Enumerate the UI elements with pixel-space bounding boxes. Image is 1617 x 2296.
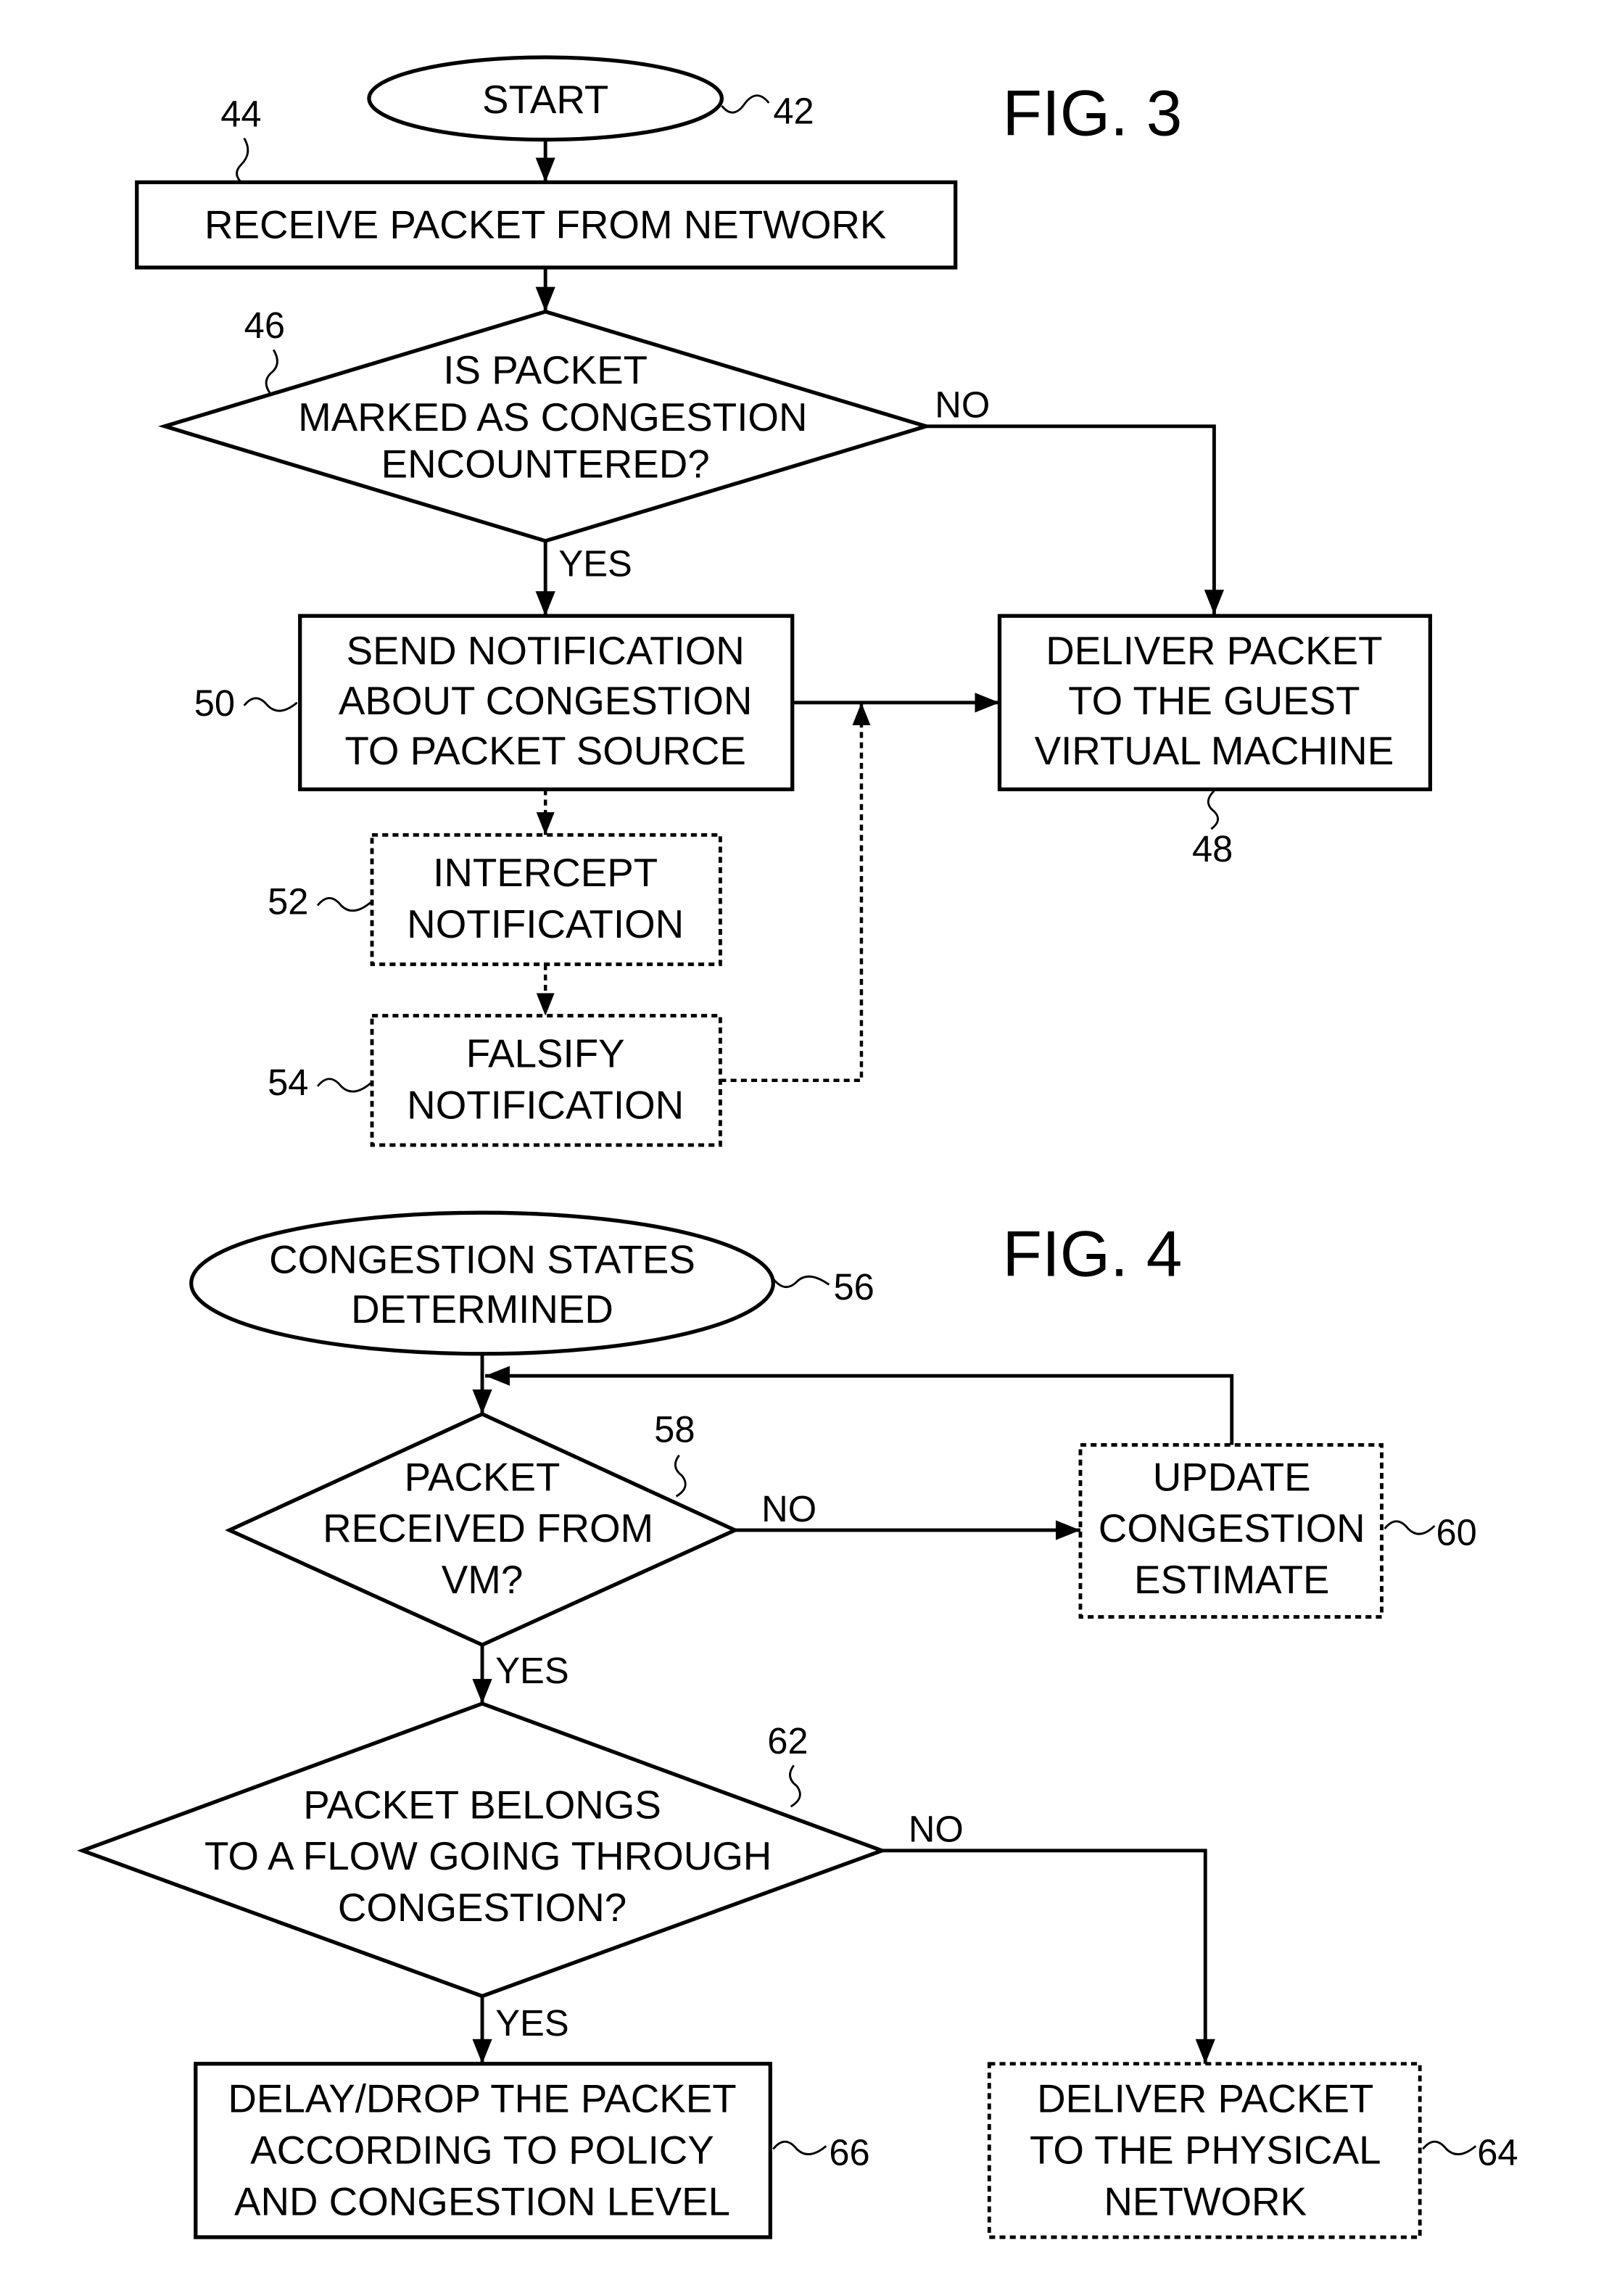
fig3-ref-leader-50 xyxy=(243,697,298,712)
fig3-send-line-1: SEND NOTIFICATION xyxy=(347,628,745,673)
fig3-decision-line-1: IS PACKET xyxy=(443,347,648,392)
patent-flowchart-sheet: FIG. 3 START 42 RECEIVE PACKET FROM NETW… xyxy=(77,55,1518,2239)
fig4-arrow-no-to-deliver-physical xyxy=(882,1849,1215,2064)
fig4-ref-66: 66 xyxy=(829,2132,869,2173)
fig4-ref-56: 56 xyxy=(833,1266,874,1308)
fig4-ref-58: 58 xyxy=(654,1408,695,1450)
fig3-ref-42: 42 xyxy=(773,90,814,131)
fig4-ref-leader-62 xyxy=(789,1764,801,1808)
fig3-deliver-line-1: DELIVER PACKET xyxy=(1046,628,1382,673)
fig4-ref-leader-66 xyxy=(772,2140,827,2155)
fig3-ref-leader-42 xyxy=(721,94,770,114)
fig4-delay-line-3: AND CONGESTION LEVEL xyxy=(234,2179,730,2224)
fig3-ref-50: 50 xyxy=(194,682,235,724)
fig3-yes-label: YES xyxy=(558,543,632,585)
fig4-ref-64: 64 xyxy=(1477,2132,1518,2173)
fig4-ref-leader-60 xyxy=(1384,1520,1436,1535)
fig4-decision2-line-1: PACKET BELONGS xyxy=(303,1782,661,1827)
fig3-ref-leader-54 xyxy=(316,1078,371,1093)
fig4-deliver-physical-line-3: NETWORK xyxy=(1104,2179,1307,2224)
fig3-ref-leader-44 xyxy=(236,137,249,183)
fig4-decision2-yes-label: YES xyxy=(495,2002,568,2044)
fig4-start-line-1: CONGESTION STATES xyxy=(269,1236,695,1281)
fig4-deliver-physical-line-1: DELIVER PACKET xyxy=(1037,2076,1373,2121)
fig3-start-label: START xyxy=(482,77,608,122)
fig4-decision1-line-2: RECEIVED FROM xyxy=(323,1506,653,1550)
fig3-deliver-line-2: TO THE GUEST xyxy=(1068,678,1360,723)
fig4-decision2-line-3: CONGESTION? xyxy=(338,1885,626,1930)
fig4-ref-62: 62 xyxy=(767,1720,808,1762)
fig3-intercept-line-2: NOTIFICATION xyxy=(407,901,684,946)
fig3-decision-line-2: MARKED AS CONGESTION xyxy=(298,395,807,439)
fig4-ref-leader-64 xyxy=(1422,2140,1477,2155)
fig3-title: FIG. 3 xyxy=(1003,76,1183,149)
fig4-ref-leader-58 xyxy=(674,1454,687,1498)
fig4-start-line-2: DETERMINED xyxy=(351,1287,613,1331)
fig4-delay-line-1: DELAY/DROP THE PACKET xyxy=(228,2076,736,2121)
fig4-decision1-yes-label: YES xyxy=(495,1650,568,1691)
fig3-send-line-3: TO PACKET SOURCE xyxy=(344,728,745,773)
fig3-ref-leader-52 xyxy=(316,897,371,912)
fig4-delay-line-2: ACCORDING TO POLICY xyxy=(250,2128,714,2173)
fig3-ref-leader-46 xyxy=(265,349,278,395)
fig4-decision2-line-2: TO A FLOW GOING THROUGH xyxy=(204,1833,772,1878)
fig4-decision2-no-label: NO xyxy=(909,1809,964,1850)
fig3-no-label: NO xyxy=(935,384,990,426)
fig3-send-line-2: ABOUT CONGESTION xyxy=(339,678,753,723)
fig3-ref-44: 44 xyxy=(220,93,261,134)
fig4-deliver-physical-line-2: TO THE PHYSICAL xyxy=(1030,2128,1381,2173)
fig4-arrow-update-loop-back xyxy=(485,1366,1234,1445)
fig4-ref-leader-56 xyxy=(772,1275,830,1288)
fig3-receive-label: RECEIVE PACKET FROM NETWORK xyxy=(204,202,886,247)
fig3-deliver-line-3: VIRTUAL MACHINE xyxy=(1035,728,1394,773)
fig3-ref-54: 54 xyxy=(268,1062,308,1103)
fig3-ref-52: 52 xyxy=(268,881,308,922)
fig4-decision1-line-1: PACKET xyxy=(405,1454,561,1499)
fig3-ref-leader-48 xyxy=(1207,790,1219,830)
fig3-falsify-line-2: NOTIFICATION xyxy=(407,1082,684,1127)
fig4-start-terminal xyxy=(189,1210,775,1356)
fig3-intercept-line-1: INTERCEPT xyxy=(433,850,658,895)
fig3-ref-46: 46 xyxy=(244,305,285,346)
fig3-decision-line-3: ENCOUNTERED? xyxy=(381,442,710,487)
fig3-falsify-line-1: FALSIFY xyxy=(466,1031,625,1076)
fig4-update-line-1: UPDATE xyxy=(1153,1454,1311,1499)
fig4-ref-60: 60 xyxy=(1436,1511,1476,1553)
fig4-update-line-3: ESTIMATE xyxy=(1134,1557,1330,1602)
fig3-ref-48: 48 xyxy=(1192,828,1233,870)
fig3-arrow-no-to-deliver xyxy=(926,424,1225,615)
fig4-title: FIG. 4 xyxy=(1003,1217,1183,1289)
fig4-update-line-2: CONGESTION xyxy=(1099,1506,1365,1550)
fig4-decision1-no-label: NO xyxy=(761,1488,816,1529)
fig4-decision1-line-3: VM? xyxy=(442,1557,524,1602)
